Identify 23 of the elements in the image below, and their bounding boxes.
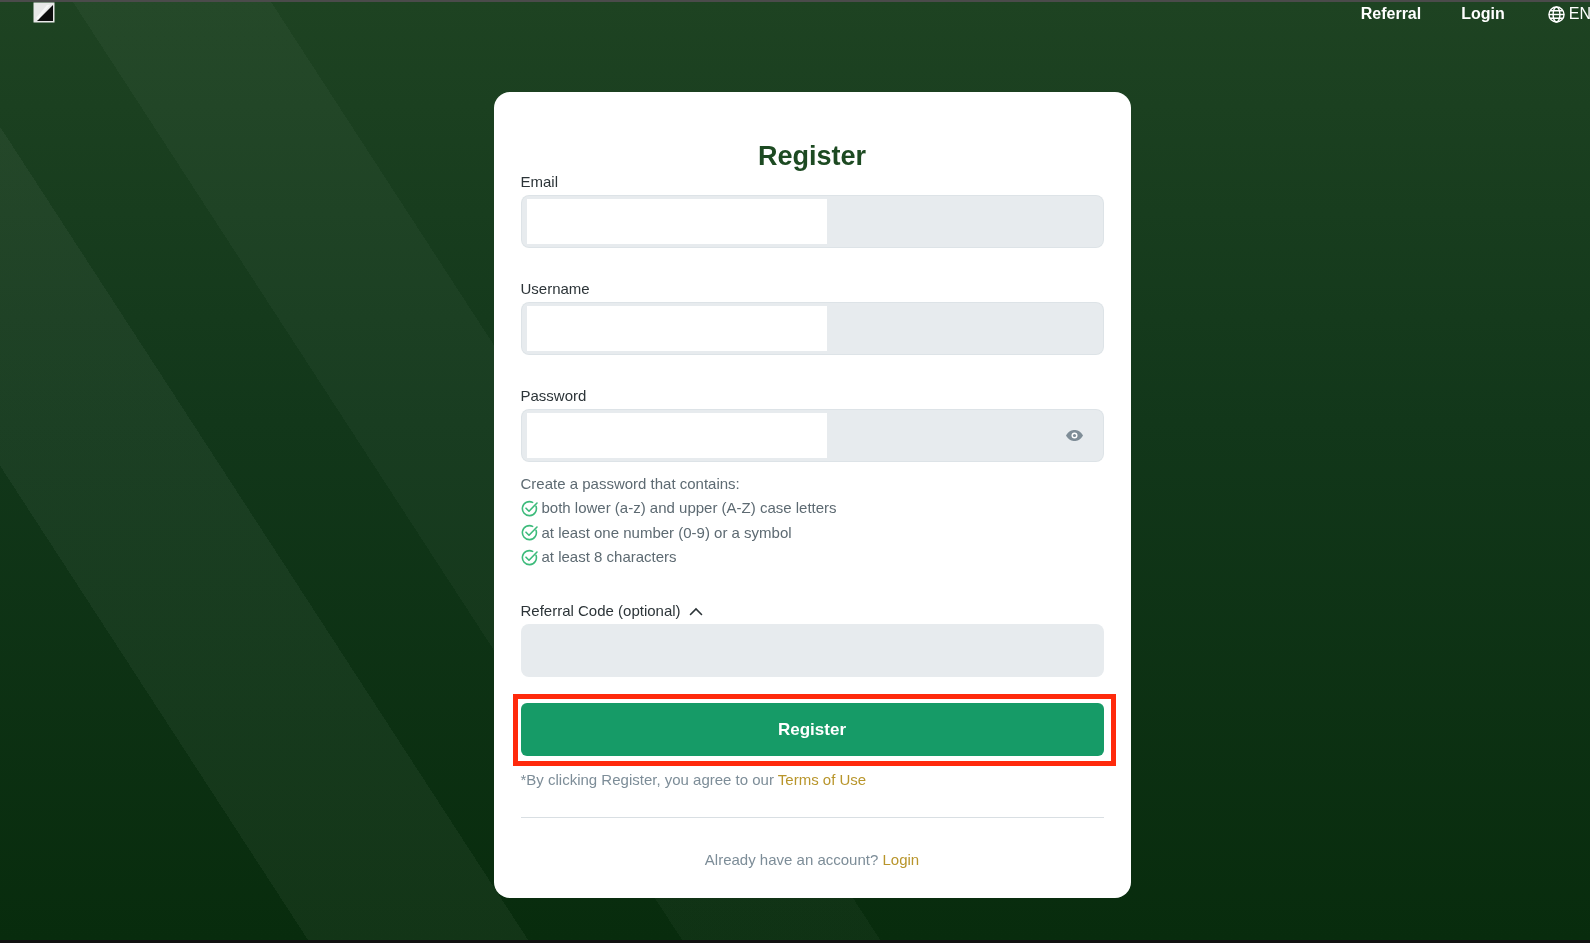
- referral-code-field[interactable]: [520, 624, 1104, 678]
- nav-link[interactable]: Referral: [1360, 4, 1422, 24]
- email-field[interactable]: [520, 195, 1104, 248]
- eye-icon[interactable]: [1064, 429, 1084, 442]
- login-prompt: Already have an account? Login: [703, 851, 921, 870]
- logo-icon[interactable]: [33, 1, 55, 23]
- form-title: Register: [756, 140, 867, 173]
- hint-text: Create a password that contains:: [520, 474, 741, 494]
- password-rule: at least 8 characters: [541, 546, 677, 567]
- field-label: Referral Code (optional): [520, 602, 681, 621]
- nav-link[interactable]: Login: [1461, 4, 1505, 24]
- field-label: Username: [520, 280, 591, 298]
- language-selector[interactable]: EN: [1568, 5, 1590, 23]
- field-label: Password: [520, 387, 588, 405]
- password-field[interactable]: [520, 409, 1104, 462]
- password-rule: at least one number (0-9) or a symbol: [541, 522, 792, 543]
- text-field[interactable]: [520, 302, 1104, 355]
- field-label: Email: [520, 173, 559, 191]
- password-rule: both lower (a-z) and upper (A-Z) case letters: [541, 498, 837, 519]
- register-button[interactable]: Register: [520, 703, 1104, 757]
- terms-text: *By clicking Register, you agree to our Terms of Use: [520, 771, 868, 790]
- caret-up-icon[interactable]: [688, 606, 703, 616]
- globe-icon[interactable]: [1547, 5, 1565, 23]
